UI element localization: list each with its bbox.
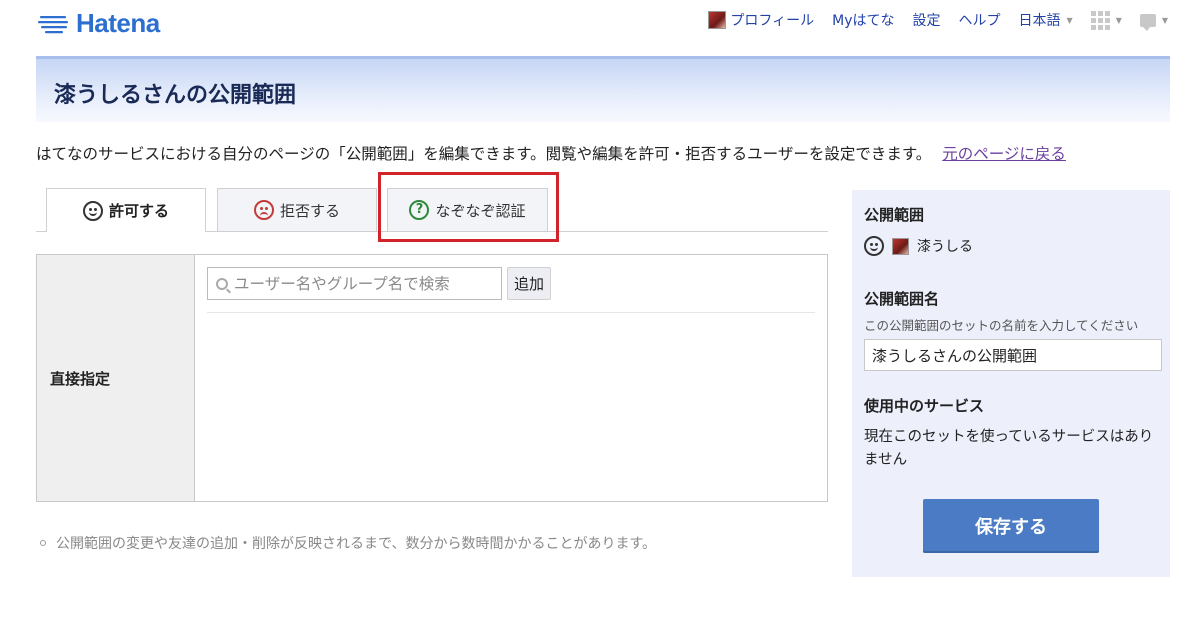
propagation-note: 公開範囲の変更や友達の追加・削除が反映されるまで、数分から数時間かかることがあり… (40, 533, 656, 553)
search-input[interactable] (234, 274, 494, 293)
direct-assignment-body: 追加 (195, 255, 827, 501)
highlight-annotation (378, 172, 559, 242)
bullet-icon (40, 540, 46, 546)
scope-heading: 公開範囲 (864, 206, 925, 224)
tab-allow-label: 許可する (108, 202, 169, 220)
search-icon (216, 277, 228, 290)
scope-name-hint: この公開範囲のセットの名前を入力してください (864, 318, 1139, 333)
tab-allow[interactable]: 許可する (46, 188, 206, 232)
top-bar: Hatena プロフィール Myはてな 設定 ヘルプ 日本語 ▼ ▼ ▼ (0, 0, 1200, 46)
page-description: はてなのサービスにおける自分のページの「公開範囲」を編集できます。閲覧や編集を許… (36, 142, 1066, 164)
save-button[interactable]: 保存する (923, 499, 1099, 553)
smile-face-icon (82, 200, 103, 221)
smile-face-icon (864, 236, 884, 256)
speech-bubble-icon (1139, 13, 1156, 31)
row-label: 直接指定 (37, 255, 195, 501)
chevron-down-icon: ▼ (1115, 15, 1122, 25)
note-text: 公開範囲の変更や友達の追加・削除が反映されるまで、数分から数時間かかることがあり… (56, 536, 657, 552)
nav-profile[interactable]: プロフィール (708, 10, 814, 30)
back-link[interactable]: 元のページに戻る (942, 145, 1066, 163)
top-nav: プロフィール Myはてな 設定 ヘルプ 日本語 ▼ ▼ ▼ (708, 10, 1168, 31)
scope-summary: 漆うしる (864, 236, 973, 256)
apps-grid-icon (1090, 10, 1110, 30)
side-panel: 公開範囲 漆うしる 公開範囲名 この公開範囲のセットの名前を入力してください 使… (852, 190, 1170, 577)
page-title: 漆うしるさんの公開範囲 (54, 83, 297, 108)
tab-deny[interactable]: 拒否する (217, 188, 377, 231)
description-text: はてなのサービスにおける自分のページの「公開範囲」を編集できます。閲覧や編集を許… (36, 145, 932, 163)
avatar (708, 11, 727, 29)
direct-assignment-table: 直接指定 追加 (36, 254, 828, 502)
avatar (892, 237, 909, 255)
chevron-down-icon: ▼ (1066, 15, 1073, 25)
divider (207, 312, 815, 313)
service-heading: 使用中のサービス (864, 397, 985, 415)
search-box[interactable] (207, 267, 502, 300)
nav-help[interactable]: ヘルプ (959, 10, 1001, 30)
nav-profile-label: プロフィール (730, 13, 815, 29)
nav-language[interactable]: 日本語 ▼ (1019, 10, 1073, 30)
chevron-down-icon: ▼ (1161, 15, 1168, 25)
scope-name-heading: 公開範囲名 (864, 290, 940, 308)
title-band: 漆うしるさんの公開範囲 (36, 56, 1170, 122)
scope-user-name: 漆うしる (917, 239, 973, 255)
nav-language-label: 日本語 (1018, 13, 1061, 29)
apps-menu[interactable]: ▼ (1090, 10, 1122, 30)
service-text: 現在このセットを使っているサービスはありません (864, 429, 1154, 468)
angry-face-icon (253, 200, 274, 220)
add-button[interactable]: 追加 (507, 267, 551, 300)
scope-name-input[interactable] (864, 339, 1162, 371)
hatena-logo-icon (38, 15, 68, 33)
hatena-logo[interactable]: Hatena (38, 8, 160, 39)
tab-deny-label: 拒否する (279, 201, 340, 220)
logo-text: Hatena (76, 8, 160, 38)
nav-my-hatena[interactable]: Myはてな (832, 10, 894, 30)
nav-settings[interactable]: 設定 (913, 10, 941, 30)
notifications-menu[interactable]: ▼ (1139, 13, 1168, 31)
